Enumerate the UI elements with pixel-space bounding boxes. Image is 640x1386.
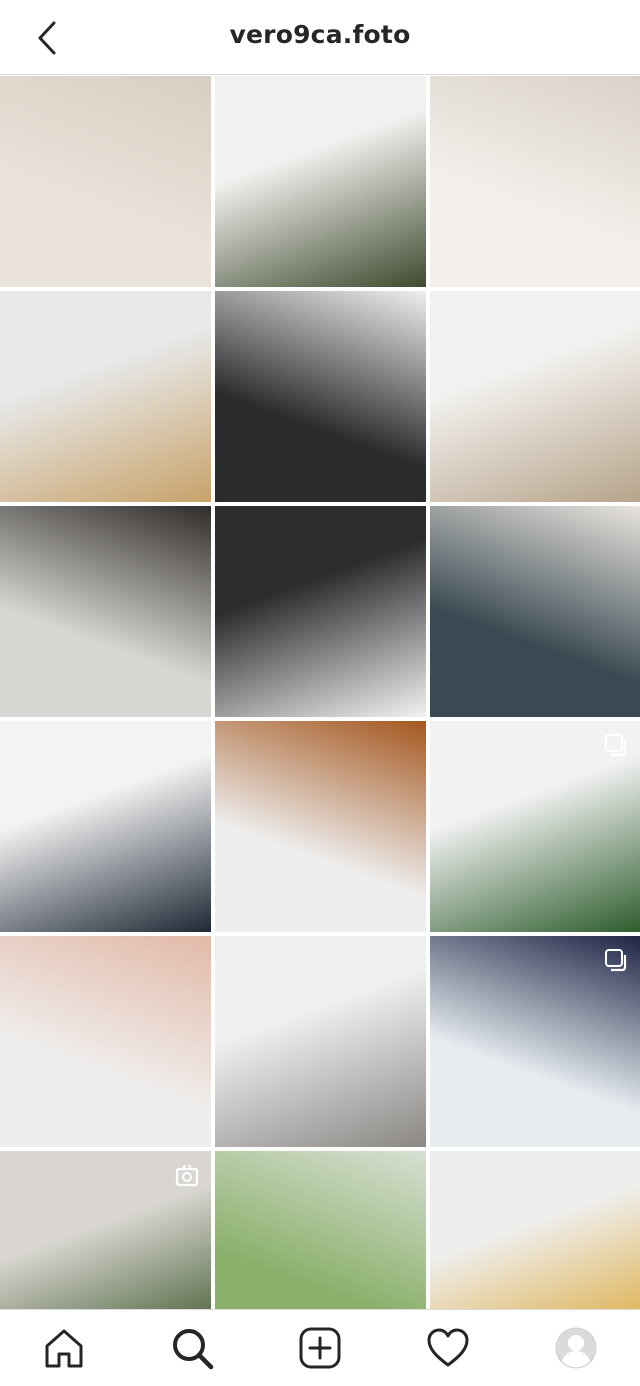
- bottom-navigation: [0, 1309, 640, 1386]
- nav-new-post[interactable]: [298, 1326, 342, 1370]
- heart-icon: [427, 1328, 469, 1367]
- add-post-icon: [299, 1327, 341, 1369]
- post-mirror-console[interactable]: [430, 291, 640, 502]
- nav-search[interactable]: [170, 1326, 214, 1370]
- igtv-icon: [175, 1164, 199, 1187]
- post-mother-daughter[interactable]: [215, 1151, 426, 1310]
- multiple-photos-icon: [605, 949, 627, 972]
- post-wall-art-monstera[interactable]: [430, 721, 640, 932]
- post-plant-egg-pot[interactable]: [215, 76, 426, 287]
- post-pancake-stack[interactable]: [0, 291, 211, 502]
- post-kitchen-island[interactable]: [215, 506, 426, 717]
- multiple-photos-icon: [605, 734, 627, 757]
- post-black-cabinet[interactable]: [0, 721, 211, 932]
- post-roses-dining[interactable]: [430, 1151, 640, 1310]
- post-waffle-avocado[interactable]: [0, 76, 211, 287]
- post-candles-snacks[interactable]: [0, 506, 211, 717]
- search-icon: [173, 1329, 214, 1370]
- profile-avatar-icon: [555, 1327, 597, 1369]
- post-candles-cinnamon-buns[interactable]: [215, 721, 426, 932]
- profile-header: vero9ca.foto: [0, 0, 640, 75]
- post-laptop-planner[interactable]: [430, 506, 640, 717]
- nav-profile[interactable]: [554, 1326, 598, 1370]
- nav-activity[interactable]: [426, 1326, 470, 1370]
- home-icon: [45, 1329, 83, 1368]
- post-child-teddy[interactable]: [430, 76, 640, 287]
- post-woman-outdoors[interactable]: [430, 936, 640, 1147]
- post-tabby-cat[interactable]: [215, 936, 426, 1147]
- page-title: vero9ca.foto: [229, 20, 411, 49]
- post-child-reading[interactable]: [0, 936, 211, 1147]
- post-grid: [0, 76, 640, 1310]
- nav-home[interactable]: [42, 1326, 86, 1370]
- post-plant-latte[interactable]: [0, 1151, 211, 1310]
- post-black-kitchen[interactable]: [215, 291, 426, 502]
